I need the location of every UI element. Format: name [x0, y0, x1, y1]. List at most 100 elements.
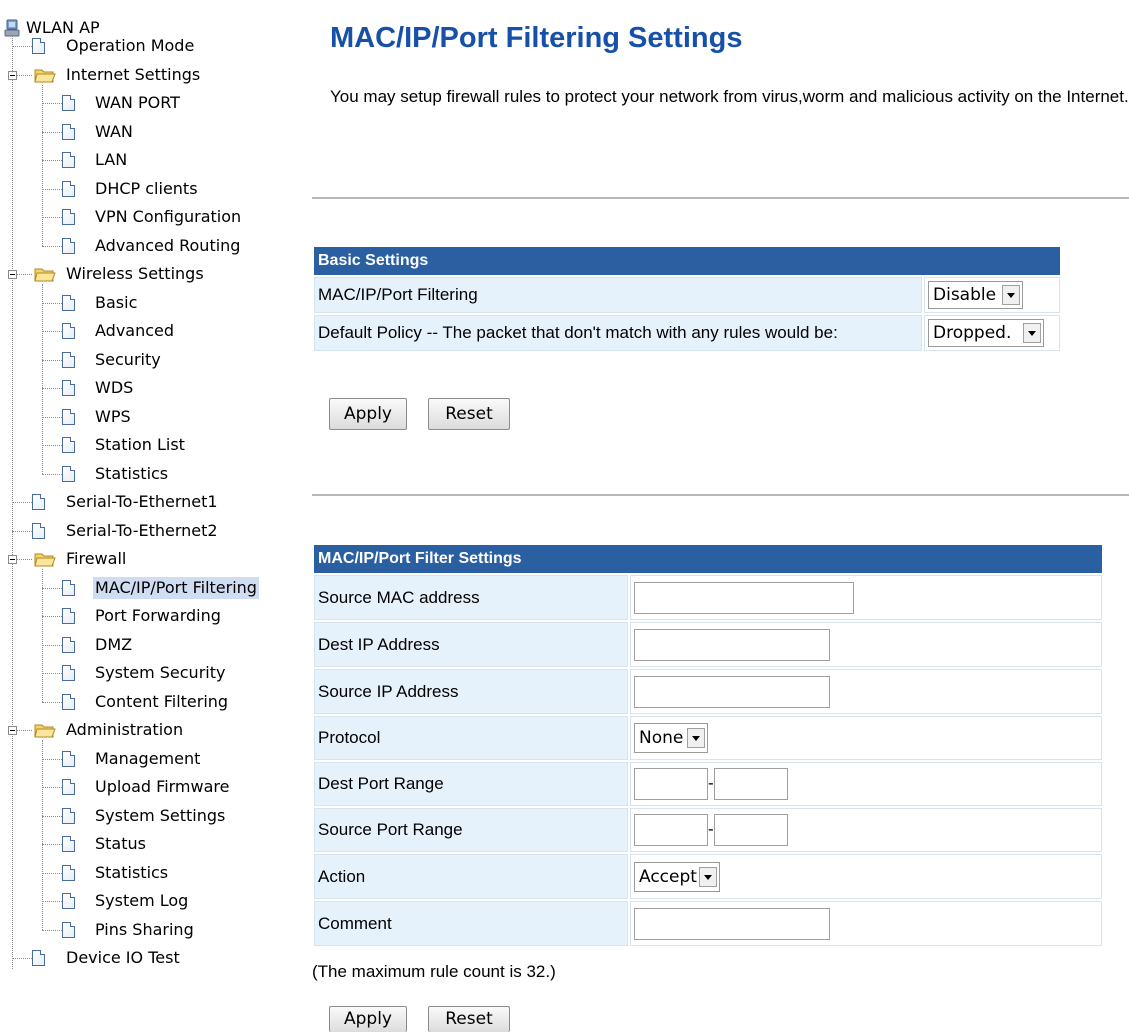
sidebar-item-dmz[interactable]: DMZ: [0, 634, 300, 656]
page-icon: [62, 922, 75, 938]
divider: [312, 197, 1129, 199]
sidebar-item-wireless-settings[interactable]: Wireless Settings: [0, 263, 300, 285]
filter-settings-table: MAC/IP/Port Filter Settings Source MAC a…: [312, 543, 1104, 948]
basic-apply-button[interactable]: Apply: [329, 398, 407, 430]
page-icon: [62, 209, 75, 225]
tree-line: [42, 740, 43, 930]
sidebar-item-statistics[interactable]: Statistics: [0, 463, 300, 485]
action-select[interactable]: Accept: [634, 861, 720, 892]
page-icon: [62, 152, 75, 168]
tree-line: [42, 873, 62, 874]
sidebar-item-content-filtering[interactable]: Content Filtering: [0, 691, 300, 713]
collapse-toggle-icon[interactable]: [8, 726, 17, 735]
collapse-toggle-icon[interactable]: [8, 71, 17, 80]
tree-line: [42, 673, 62, 674]
page-icon: [62, 437, 75, 453]
sidebar-item-lan[interactable]: LAN: [0, 149, 300, 171]
sidebar-item-statistics[interactable]: Statistics: [0, 862, 300, 884]
sidebar-item-device-io-test[interactable]: Device IO Test: [0, 947, 300, 969]
sidebar-item-label: Pins Sharing: [95, 920, 194, 939]
dest-port-end-input[interactable]: [713, 768, 788, 800]
dest-ip-input[interactable]: [634, 628, 830, 661]
source-ip-input[interactable]: [634, 675, 830, 708]
filter-apply-button[interactable]: Apply: [329, 1006, 407, 1032]
sidebar-item-internet-settings[interactable]: Internet Settings: [0, 64, 300, 86]
sidebar-item-basic[interactable]: Basic: [0, 292, 300, 314]
sidebar-item-system-log[interactable]: System Log: [0, 890, 300, 912]
default-policy-select[interactable]: Dropped.: [928, 319, 1045, 347]
sidebar-item-operation-mode[interactable]: Operation Mode: [0, 35, 300, 57]
tree-line: [42, 930, 62, 931]
sidebar-item-serial-to-ethernet1[interactable]: Serial-To-Ethernet1: [0, 491, 300, 513]
sidebar-item-wan[interactable]: WAN: [0, 121, 300, 143]
folder-open-icon: [34, 69, 56, 83]
sidebar-item-system-security[interactable]: System Security: [0, 662, 300, 684]
tree-line: [42, 645, 62, 646]
tree-line: [42, 189, 62, 190]
filter-settings-header: MAC/IP/Port Filter Settings: [314, 545, 1102, 573]
protocol-select-value: None: [639, 728, 684, 748]
source-port-end-input[interactable]: [713, 814, 788, 846]
sidebar-item-label: Basic: [95, 293, 138, 312]
sidebar-item-label: Statistics: [95, 863, 169, 882]
source-ip-label: Source IP Address: [314, 669, 628, 714]
sidebar-item-port-forwarding[interactable]: Port Forwarding: [0, 605, 300, 627]
tree-line: [42, 616, 62, 617]
basic-reset-button[interactable]: Reset: [428, 398, 510, 430]
comment-input[interactable]: [634, 907, 830, 940]
page-icon: [62, 751, 75, 767]
tree-line: [42, 417, 62, 418]
page-icon: [62, 808, 75, 824]
page-icon: [62, 466, 75, 482]
dest-port-start-input[interactable]: [634, 768, 708, 800]
tree-line: [42, 217, 62, 218]
collapse-toggle-icon[interactable]: [8, 555, 17, 564]
page-icon: [62, 409, 75, 425]
tree-line: [42, 303, 62, 304]
divider: [312, 494, 1129, 496]
sidebar-item-mac-ip-port-filtering[interactable]: MAC/IP/Port Filtering: [0, 577, 300, 599]
sidebar-item-vpn-configuration[interactable]: VPN Configuration: [0, 206, 300, 228]
sidebar-item-system-settings[interactable]: System Settings: [0, 805, 300, 827]
page-icon: [62, 893, 75, 909]
filter-reset-button[interactable]: Reset: [428, 1006, 510, 1032]
sidebar-item-station-list[interactable]: Station List: [0, 434, 300, 456]
tree-line: [42, 360, 62, 361]
sidebar-item-pins-sharing[interactable]: Pins Sharing: [0, 919, 300, 941]
tree-line: [42, 759, 62, 760]
sidebar-item-dhcp-clients[interactable]: DHCP clients: [0, 178, 300, 200]
tree-line: [42, 816, 62, 817]
sidebar-item-wps[interactable]: WPS: [0, 406, 300, 428]
sidebar-item-label: Upload Firmware: [95, 777, 230, 796]
sidebar-item-firewall[interactable]: Firewall: [0, 548, 300, 570]
sidebar-item-label: Port Forwarding: [95, 606, 221, 625]
sidebar-item-label: Administration: [66, 720, 184, 739]
source-mac-input[interactable]: [634, 581, 854, 614]
sidebar-item-wan-port[interactable]: WAN PORT: [0, 92, 300, 114]
tree-line: [42, 588, 62, 589]
sidebar-item-advanced[interactable]: Advanced: [0, 320, 300, 342]
sidebar-item-label: System Security: [95, 663, 226, 682]
tree-line: [42, 284, 43, 474]
sidebar-item-status[interactable]: Status: [0, 833, 300, 855]
page-icon: [32, 523, 45, 539]
source-port-start-input[interactable]: [634, 814, 708, 846]
sidebar-item-advanced-routing[interactable]: Advanced Routing: [0, 235, 300, 257]
protocol-select[interactable]: None: [634, 723, 709, 753]
sidebar-item-wds[interactable]: WDS: [0, 377, 300, 399]
sidebar-item-administration[interactable]: Administration: [0, 719, 300, 741]
sidebar-item-upload-firmware[interactable]: Upload Firmware: [0, 776, 300, 798]
sidebar-item-label: DMZ: [95, 635, 133, 654]
filtering-select[interactable]: Disable: [928, 281, 1024, 309]
sidebar-item-label: VPN Configuration: [95, 207, 242, 226]
sidebar-item-management[interactable]: Management: [0, 748, 300, 770]
sidebar-item-label: Internet Settings: [66, 65, 201, 84]
sidebar-item-label: Statistics: [95, 464, 169, 483]
tree-line: [42, 702, 62, 703]
sidebar-item-label: Wireless Settings: [66, 264, 204, 283]
collapse-toggle-icon[interactable]: [8, 270, 17, 279]
sidebar-item-serial-to-ethernet2[interactable]: Serial-To-Ethernet2: [0, 520, 300, 542]
sidebar-item-security[interactable]: Security: [0, 349, 300, 371]
nav-tree: WLAN AP Operation Mode Internet Settings WA…: [0, 0, 300, 1032]
page-intro: You may setup firewall rules to protect …: [330, 87, 1129, 106]
